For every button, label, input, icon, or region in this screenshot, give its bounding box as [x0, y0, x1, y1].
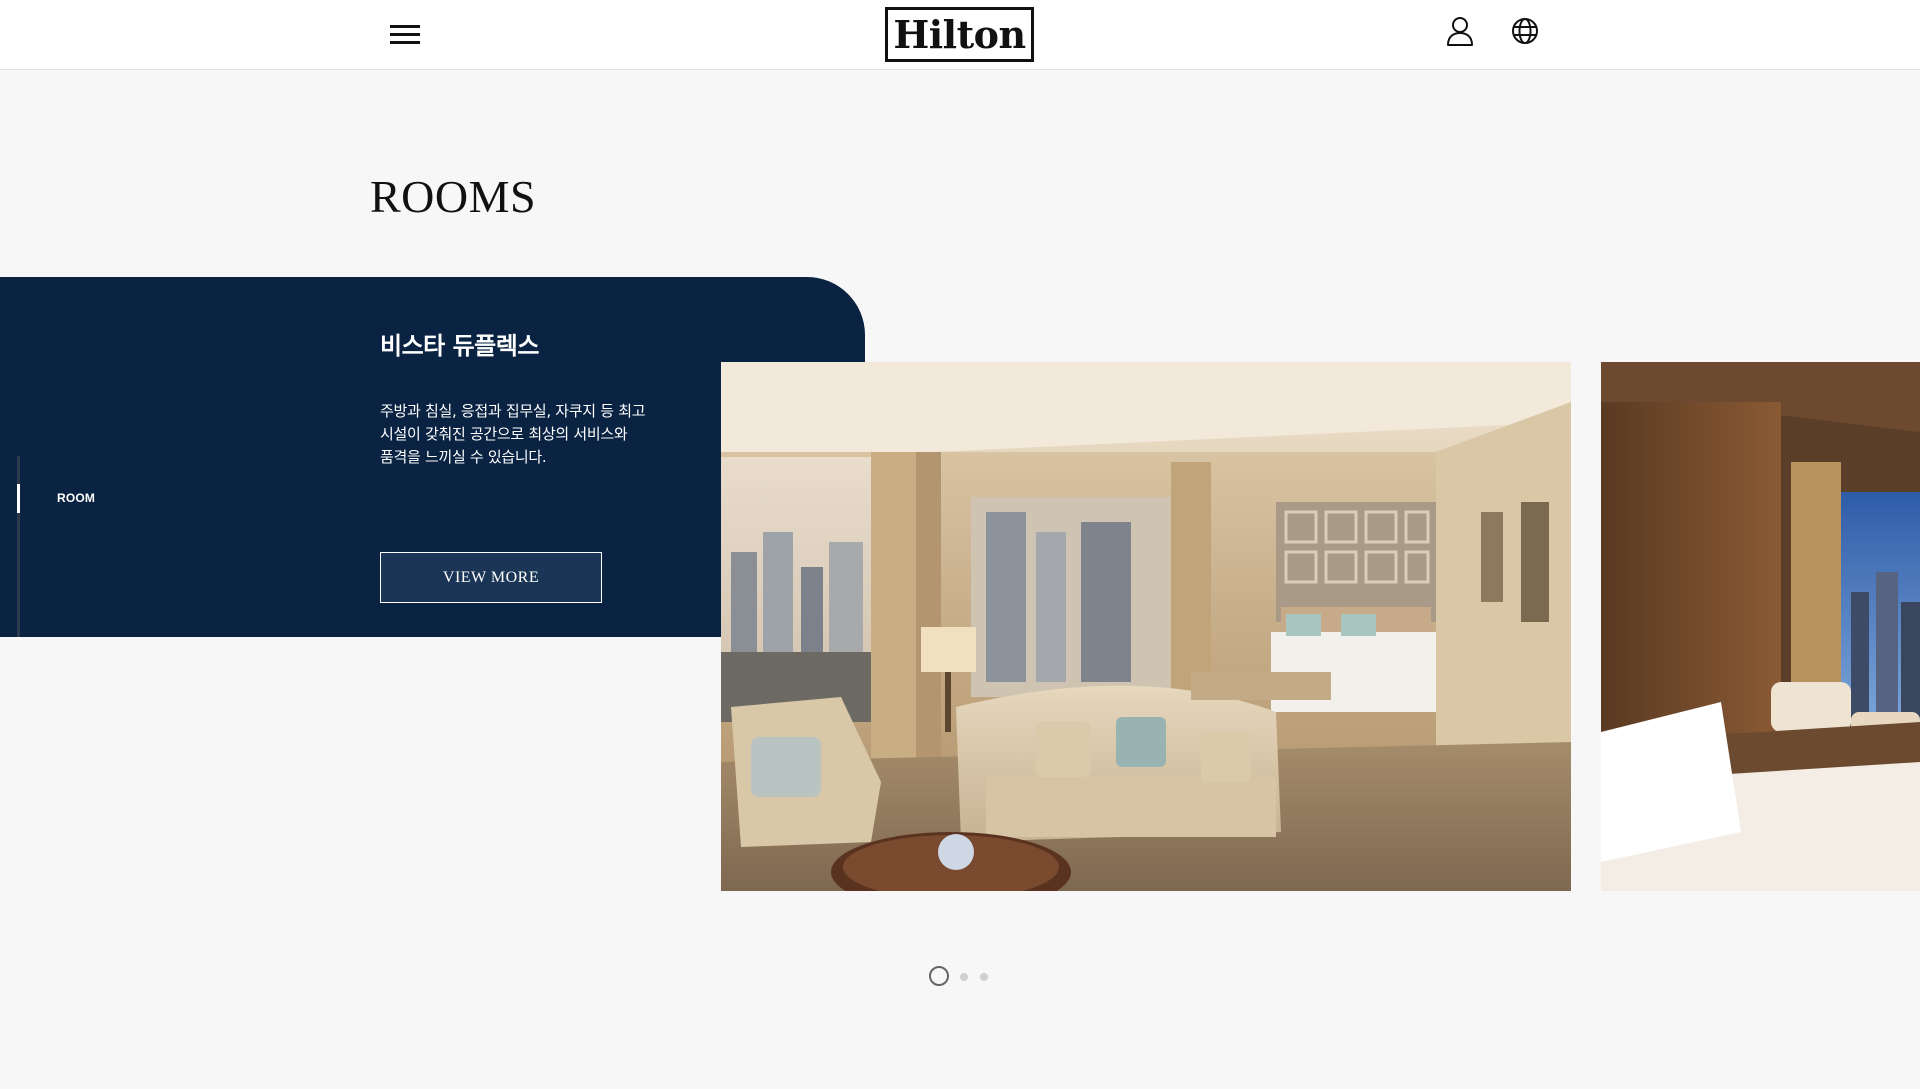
pagination-dot-2[interactable]: [960, 973, 968, 981]
room-description: 주방과 침실, 응접과 집무실, 자쿠지 등 최고 시설이 갖춰진 공간으로 최…: [380, 402, 646, 466]
hamburger-menu-icon[interactable]: [387, 22, 423, 48]
pagination-dot-3[interactable]: [980, 973, 988, 981]
room-photo-next[interactable]: [1601, 362, 1920, 891]
top-header: Hilton: [0, 0, 1920, 70]
pagination-dot-1[interactable]: [929, 966, 949, 986]
view-more-button[interactable]: VIEW MORE: [380, 552, 602, 603]
side-nav-active-indicator: [17, 484, 20, 513]
page: Hilton ROOMS ROOM 비스타 듀플렉스 주방과 침실, 응접과 집…: [0, 0, 1920, 1089]
room-photo-main[interactable]: [721, 362, 1571, 891]
room-title: 비스타 듀플렉스: [380, 332, 539, 360]
hilton-logo[interactable]: Hilton: [885, 7, 1034, 62]
globe-icon[interactable]: [1510, 15, 1540, 47]
user-icon[interactable]: [1445, 15, 1475, 47]
section-title: ROOMS: [370, 171, 537, 222]
side-nav-room-label[interactable]: ROOM: [57, 491, 95, 505]
